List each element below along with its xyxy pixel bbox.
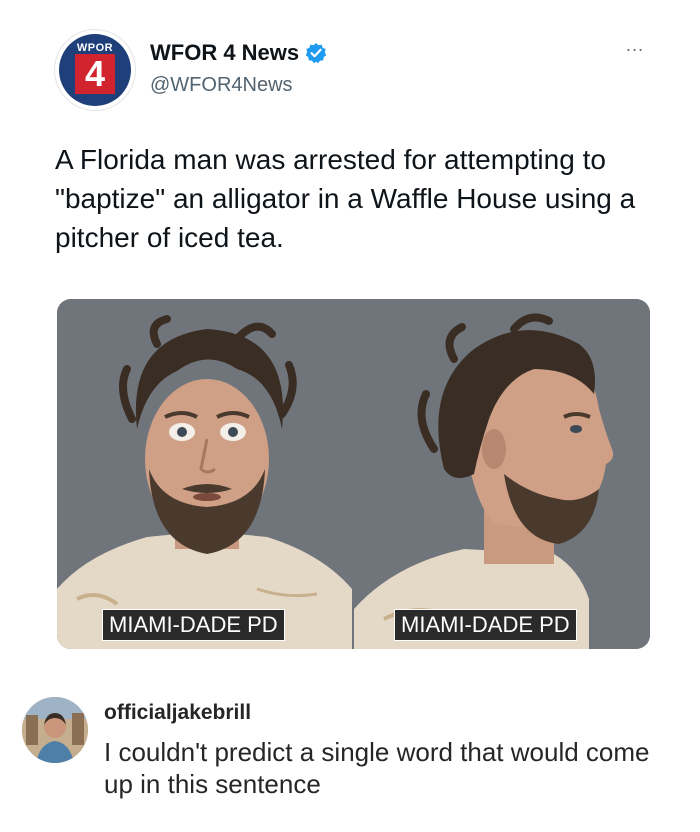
more-dots-icon[interactable]: ... — [620, 36, 650, 56]
comment-text: I couldn't predict a single word that wo… — [104, 737, 650, 799]
tweet-text: A Florida man was arrested for attemptin… — [55, 144, 644, 253]
mugshot-profile-photo: MIAMI-DADE PD — [354, 299, 650, 649]
account-avatar[interactable]: WPOR 4 — [55, 30, 135, 110]
verified-badge-icon — [305, 42, 327, 64]
account-handle[interactable]: @WFOR4News — [150, 74, 293, 97]
tweet-media[interactable]: MIAMI-DADE PD MIAMI-DADE PD — [57, 299, 650, 649]
logo-number: 4 — [75, 54, 115, 94]
wfor-logo: WPOR 4 — [59, 34, 131, 106]
right-photo-caption: MIAMI-DADE PD — [394, 609, 577, 641]
account-name[interactable]: WFOR 4 News — [150, 40, 299, 66]
left-photo-caption: MIAMI-DADE PD — [102, 609, 285, 641]
commenter-avatar[interactable] — [22, 697, 88, 763]
mugshot-front-photo: MIAMI-DADE PD — [57, 299, 352, 649]
account-name-row: WFOR 4 News — [150, 40, 327, 66]
commenter-username[interactable]: officialjakebrill — [104, 701, 251, 725]
screenshot-page: WPOR 4 WFOR 4 News @WFOR4News ... A Flor… — [0, 0, 700, 832]
